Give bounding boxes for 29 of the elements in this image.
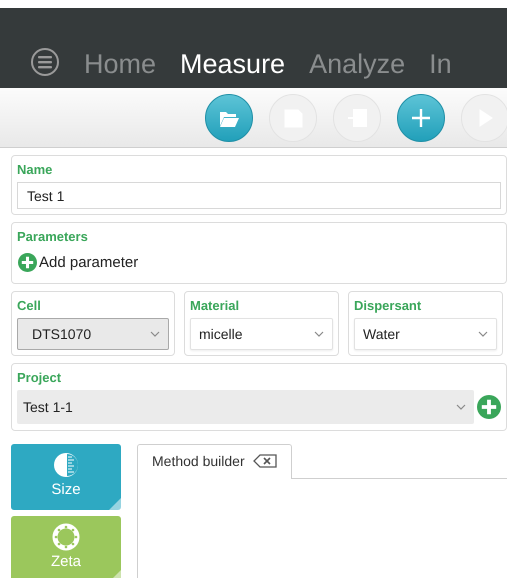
plus-button[interactable] [397,94,445,142]
add-parameter-button[interactable]: Add parameter [17,249,138,278]
dropdown[interactable]: Water [354,318,497,350]
field-label: Name [17,162,54,177]
folder-button[interactable] [205,94,253,142]
ring-icon [52,523,80,551]
field-label: Project [17,370,62,385]
field-label: Material [190,298,240,313]
dropdown[interactable]: micelle [190,318,333,350]
plus-circle-icon [477,395,501,419]
field-label: Dispersant [354,298,422,313]
dropdown[interactable]: DTS1070 [17,318,169,350]
field-label: Parameters [17,229,89,244]
name-field[interactable]: Test 1 [17,182,501,209]
half-circle-scale-icon [52,451,80,479]
menu-button[interactable] [30,47,60,77]
nav-tab[interactable]: Measure [180,48,286,80]
add-project-button[interactable] [477,395,501,419]
menu-icon [30,47,60,77]
dropdown[interactable]: Test 1-1 [17,390,474,424]
chevron-down-icon [456,404,466,410]
field-label: Cell [17,298,42,313]
tab[interactable]: Method builder [137,444,292,479]
chevron-down-icon [150,331,160,337]
corner-triangle-icon [107,496,123,512]
chevron-down-icon [314,331,324,337]
close-icon [252,454,277,468]
plus-circle-icon [18,253,37,272]
chevron-down-icon [478,331,488,337]
